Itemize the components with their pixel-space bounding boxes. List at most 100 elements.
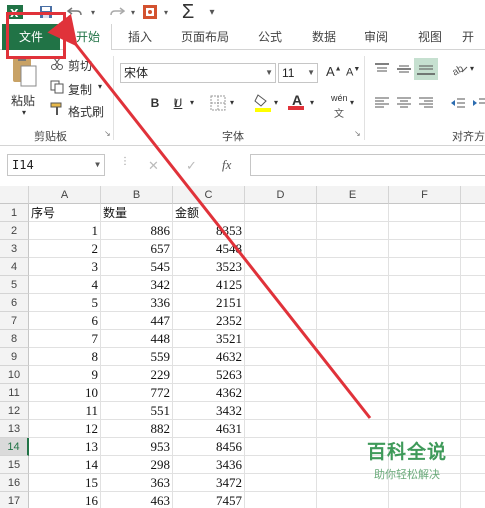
grid-cell[interactable]: 1 bbox=[29, 222, 101, 240]
grid-cell[interactable] bbox=[317, 402, 389, 420]
tab-view[interactable]: 视图 bbox=[410, 24, 450, 50]
redo-icon[interactable] bbox=[106, 2, 128, 22]
grid-cell[interactable] bbox=[317, 312, 389, 330]
row-header[interactable]: 8 bbox=[0, 330, 29, 348]
grid-cell[interactable] bbox=[245, 384, 317, 402]
grid-cell[interactable]: 8 bbox=[29, 348, 101, 366]
grid-cell[interactable]: 447 bbox=[101, 312, 173, 330]
undo-icon[interactable] bbox=[64, 2, 86, 22]
grid-cell[interactable]: 9 bbox=[29, 366, 101, 384]
grid-cell[interactable] bbox=[389, 348, 461, 366]
column-header[interactable]: D bbox=[245, 186, 317, 204]
grid-cell[interactable]: 882 bbox=[101, 420, 173, 438]
grid-cell[interactable] bbox=[461, 204, 485, 222]
row-header[interactable]: 4 bbox=[0, 258, 29, 276]
font-color-icon[interactable]: A bbox=[288, 92, 306, 110]
grid-cell[interactable]: 545 bbox=[101, 258, 173, 276]
cancel-icon[interactable]: ✕ bbox=[148, 158, 159, 174]
paste-icon[interactable] bbox=[10, 54, 38, 90]
column-header[interactable] bbox=[461, 186, 485, 204]
cut-button[interactable]: 剪切 bbox=[68, 57, 92, 74]
grid-cell[interactable]: 8456 bbox=[173, 438, 245, 456]
grid-cell[interactable] bbox=[461, 402, 485, 420]
grid-cell[interactable]: 15 bbox=[29, 474, 101, 492]
grid-cell[interactable] bbox=[461, 384, 485, 402]
phonetic-guide-button[interactable]: wén bbox=[331, 93, 348, 103]
row-header[interactable]: 12 bbox=[0, 402, 29, 420]
grid-cell[interactable]: 16 bbox=[29, 492, 101, 508]
copy-button[interactable]: 复制 bbox=[68, 81, 92, 98]
grid-cell[interactable]: 5 bbox=[29, 294, 101, 312]
grid-cell[interactable]: 3521 bbox=[173, 330, 245, 348]
borders-dropdown-icon[interactable]: ▾ bbox=[230, 98, 234, 107]
font-name-combo[interactable]: 宋体 ▼ bbox=[120, 63, 276, 83]
grid-cell[interactable]: 序号 bbox=[29, 204, 101, 222]
grid-cell[interactable]: 657 bbox=[101, 240, 173, 258]
format-painter-icon[interactable] bbox=[50, 102, 64, 119]
grid-cell[interactable] bbox=[461, 222, 485, 240]
grid-cell[interactable]: 363 bbox=[101, 474, 173, 492]
grid-cell[interactable]: 13 bbox=[29, 438, 101, 456]
grid-cell[interactable]: 229 bbox=[101, 366, 173, 384]
underline-button[interactable]: U bbox=[170, 94, 186, 112]
grid-cell[interactable]: 4 bbox=[29, 276, 101, 294]
grid-cell[interactable] bbox=[389, 420, 461, 438]
grid-cell[interactable] bbox=[317, 294, 389, 312]
enter-icon[interactable]: ✓ bbox=[186, 158, 197, 174]
grid-cell[interactable] bbox=[317, 204, 389, 222]
grid-cell[interactable] bbox=[245, 402, 317, 420]
grid-cell[interactable]: 6 bbox=[29, 312, 101, 330]
grid-cell[interactable] bbox=[461, 240, 485, 258]
grid-cell[interactable] bbox=[389, 258, 461, 276]
grid-cell[interactable]: 3523 bbox=[173, 258, 245, 276]
cut-icon[interactable] bbox=[50, 57, 64, 74]
column-header[interactable]: F bbox=[389, 186, 461, 204]
increase-indent-icon[interactable] bbox=[472, 96, 485, 113]
grid-cell[interactable] bbox=[245, 312, 317, 330]
grid-cell[interactable] bbox=[317, 492, 389, 508]
grid-cell[interactable]: 953 bbox=[101, 438, 173, 456]
grid-cell[interactable] bbox=[245, 258, 317, 276]
autosum-icon[interactable]: Σ bbox=[178, 1, 198, 23]
bottom-align-icon[interactable] bbox=[414, 58, 438, 80]
insert-function-icon[interactable]: fx bbox=[222, 157, 231, 173]
grid-cell[interactable]: 7457 bbox=[173, 492, 245, 508]
phonetic-dropdown-icon[interactable]: ▾ bbox=[350, 98, 354, 107]
grid-cell[interactable]: 10 bbox=[29, 384, 101, 402]
grid-cell[interactable]: 4125 bbox=[173, 276, 245, 294]
grid-cell[interactable]: 数量 bbox=[101, 204, 173, 222]
grid-cell[interactable] bbox=[245, 456, 317, 474]
grid-cell[interactable] bbox=[389, 366, 461, 384]
grid-cell[interactable] bbox=[245, 240, 317, 258]
column-header[interactable]: A bbox=[29, 186, 101, 204]
grid-cell[interactable] bbox=[245, 222, 317, 240]
grid-cell[interactable] bbox=[389, 384, 461, 402]
grid-cell[interactable] bbox=[389, 222, 461, 240]
bold-button[interactable]: B bbox=[147, 94, 163, 112]
paste-button[interactable]: 粘贴 bbox=[11, 92, 35, 109]
decrease-indent-icon[interactable] bbox=[450, 96, 466, 113]
grid-cell[interactable]: 342 bbox=[101, 276, 173, 294]
grid-cell[interactable] bbox=[317, 384, 389, 402]
grid-cell[interactable] bbox=[245, 420, 317, 438]
grid-cell[interactable]: 4548 bbox=[173, 240, 245, 258]
grid-cell[interactable] bbox=[317, 330, 389, 348]
grid-cell[interactable] bbox=[461, 420, 485, 438]
grid-cell[interactable] bbox=[461, 438, 485, 456]
grid-cell[interactable]: 2 bbox=[29, 240, 101, 258]
grid-cell[interactable] bbox=[389, 402, 461, 420]
grid-cell[interactable] bbox=[461, 492, 485, 508]
row-header[interactable]: 1 bbox=[0, 204, 29, 222]
top-align-icon[interactable] bbox=[374, 62, 390, 79]
row-header[interactable]: 10 bbox=[0, 366, 29, 384]
tab-formulas[interactable]: 公式 bbox=[250, 24, 290, 50]
grid-cell[interactable]: 886 bbox=[101, 222, 173, 240]
grid-cell[interactable] bbox=[317, 222, 389, 240]
column-header[interactable]: E bbox=[317, 186, 389, 204]
grid-cell[interactable] bbox=[389, 240, 461, 258]
grid-cell[interactable] bbox=[389, 294, 461, 312]
grid-cell[interactable]: 12 bbox=[29, 420, 101, 438]
grid-cell[interactable]: 551 bbox=[101, 402, 173, 420]
grid-cell[interactable] bbox=[245, 330, 317, 348]
middle-align-icon[interactable] bbox=[396, 62, 412, 79]
